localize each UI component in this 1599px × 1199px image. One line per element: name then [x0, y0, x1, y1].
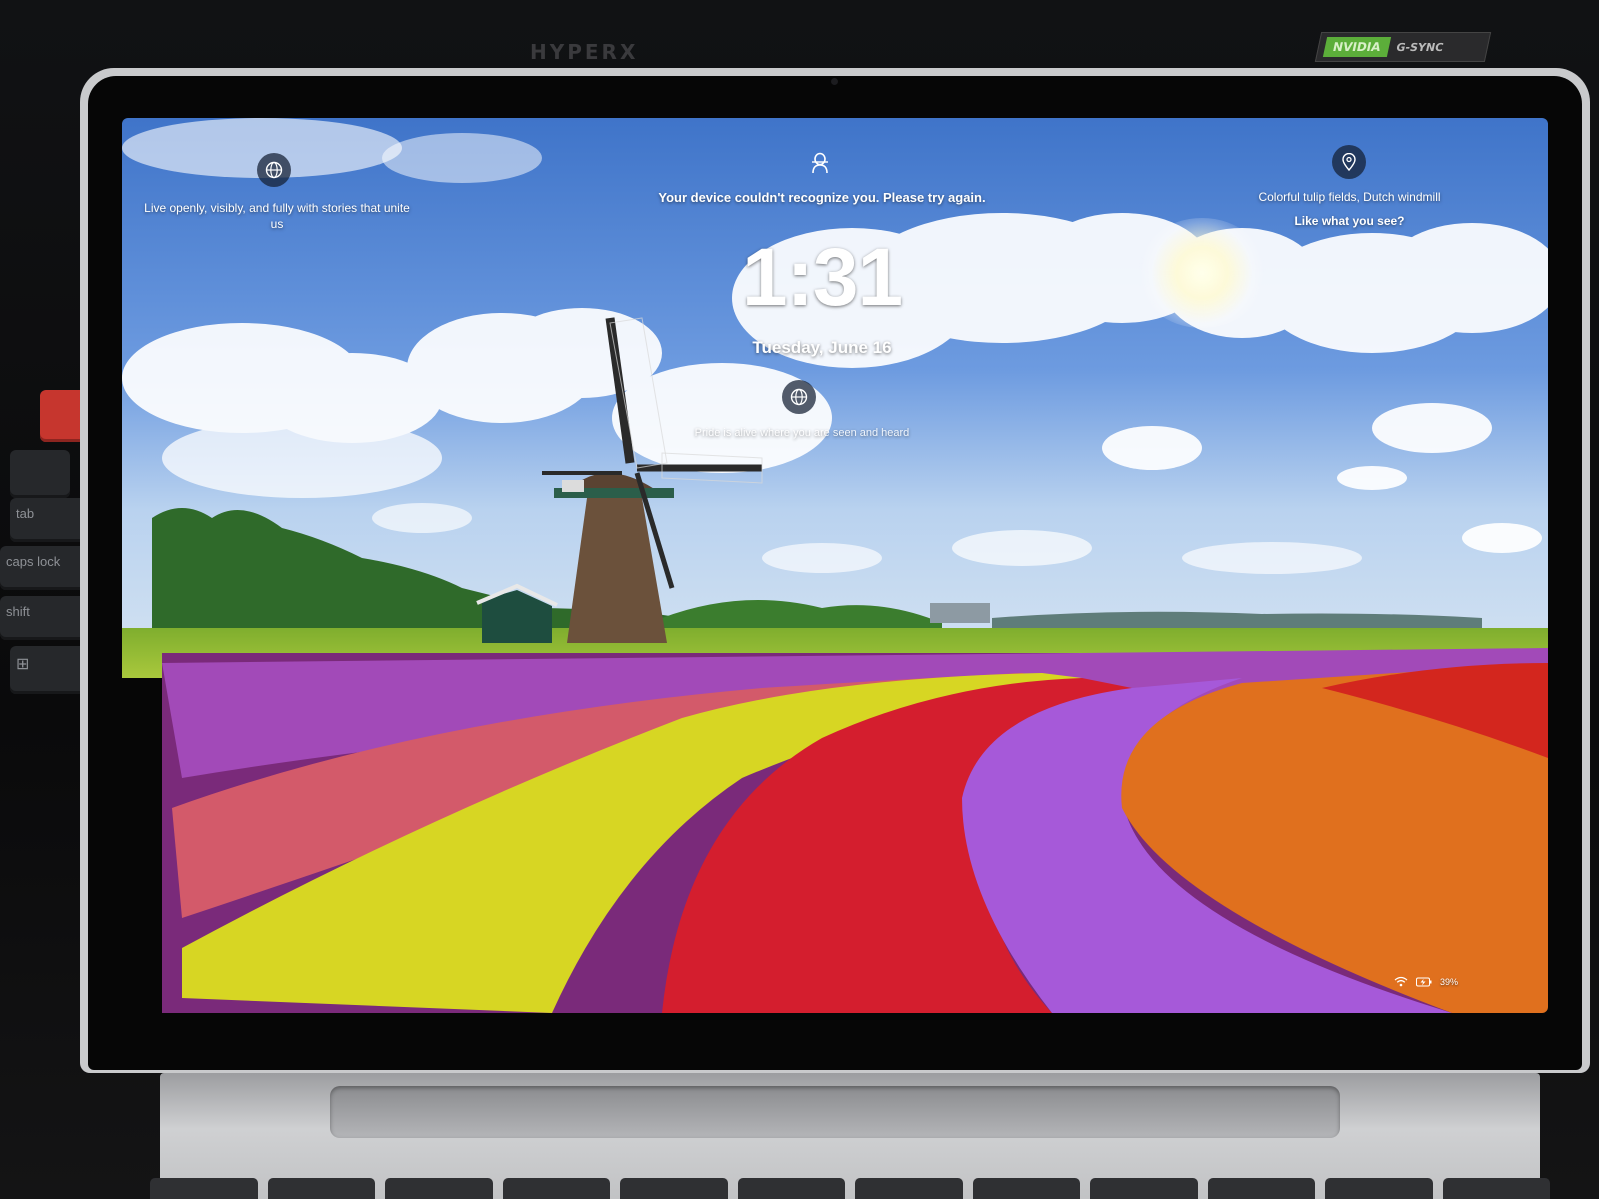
laptop-key: [1207, 1178, 1315, 1199]
laptop-key: [385, 1178, 493, 1199]
globe-icon[interactable]: [257, 153, 291, 187]
laptop-key: [150, 1178, 258, 1199]
laptop-key: [502, 1178, 610, 1199]
lockscreen-date: Tuesday, June 16: [752, 338, 892, 357]
location-pin-icon[interactable]: [1332, 145, 1366, 179]
laptop-key: [737, 1178, 845, 1199]
lockscreen-clock-time: 1:31: [741, 232, 903, 323]
globe-icon[interactable]: [782, 380, 816, 414]
photo-background: HYPERX NVIDIA G-SYNC tab caps lock shift…: [0, 0, 1599, 1199]
laptop-key: [1090, 1178, 1198, 1199]
monitor-brand-logo: HYPERX: [530, 40, 639, 64]
lockscreen-status-tray: 39%: [1394, 976, 1458, 987]
spotlight-left-text[interactable]: Live openly, visibly, and fully with sto…: [142, 200, 412, 232]
laptop-key: [1442, 1178, 1550, 1199]
spotlight-center-text[interactable]: Pride is alive where you are seen and he…: [692, 426, 912, 441]
spotlight-right-title[interactable]: Colorful tulip fields, Dutch windmill: [1222, 190, 1477, 204]
face-auth-error-message: Your device couldn't recognize you. Plea…: [658, 190, 986, 205]
gpu-sticker: NVIDIA G-SYNC: [1314, 32, 1492, 62]
face-recognition-icon: [810, 152, 830, 174]
battery-charging-icon[interactable]: [1415, 977, 1432, 987]
laptop-keyboard-top-row: [150, 1178, 1550, 1199]
laptop-key: [620, 1178, 728, 1199]
laptop-key: [267, 1178, 375, 1199]
wifi-icon[interactable]: [1394, 976, 1408, 987]
laptop-key: [855, 1178, 963, 1199]
gpu-sticker-feature: G-SYNC: [1395, 40, 1445, 54]
webcam: [831, 78, 838, 85]
keyboard-key: [10, 450, 70, 498]
lock-screen[interactable]: Live openly, visibly, and fully with sto…: [122, 118, 1548, 1013]
spotlight-like-prompt[interactable]: Like what you see?: [1222, 214, 1477, 228]
laptop-key: [972, 1178, 1080, 1199]
battery-percentage: 39%: [1439, 976, 1458, 987]
laptop-hinge: [330, 1086, 1340, 1138]
keyboard-key-tab: tab: [10, 498, 88, 542]
gpu-sticker-brand: NVIDIA: [1322, 37, 1391, 57]
keyboard-key-windows: ⊞: [10, 646, 86, 694]
laptop-key: [1325, 1178, 1433, 1199]
